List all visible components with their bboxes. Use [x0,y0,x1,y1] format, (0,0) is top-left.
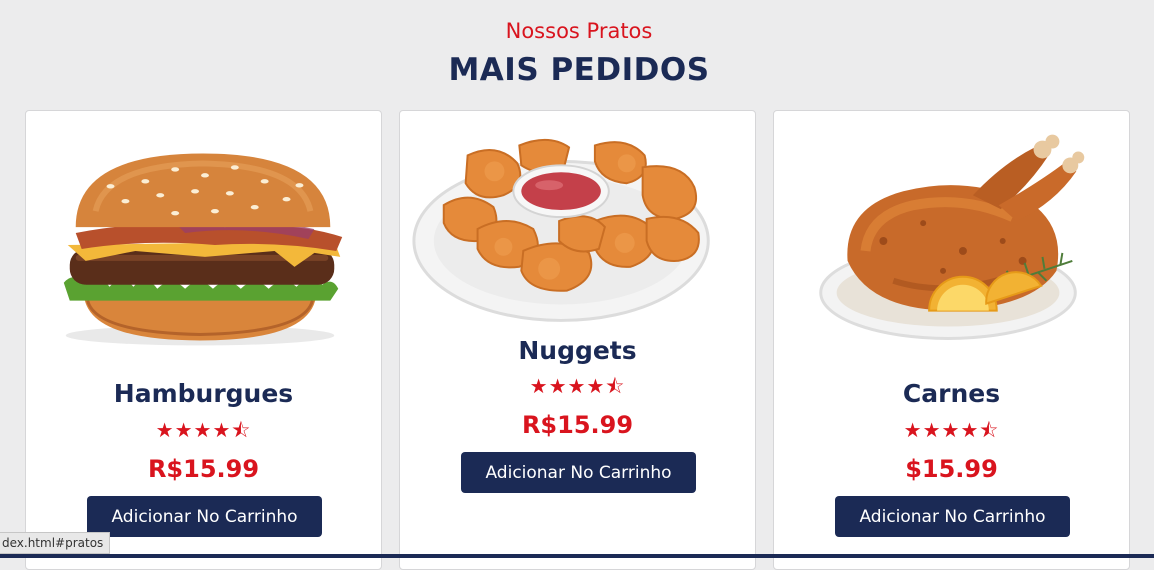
dish-card: Carnes ★★★★⯪ $15.99 Adicionar No Carrinh… [773,110,1130,570]
add-to-cart-button[interactable]: Adicionar No Carrinho [461,452,696,493]
star-full-icon: ★ [903,420,923,442]
dish-price: $15.99 [905,455,998,483]
star-half-icon: ⯪ [605,376,626,398]
star-full-icon: ★ [960,420,980,442]
star-full-icon: ★ [212,420,232,442]
star-full-icon: ★ [567,376,587,398]
star-half-icon: ⯪ [231,420,252,442]
star-full-icon: ★ [922,420,942,442]
footer-bar [0,554,1154,558]
add-to-cart-button[interactable]: Adicionar No Carrinho [835,496,1070,537]
dish-name: Hamburgues [113,379,294,408]
rating-stars: ★★★★⯪ [400,377,755,397]
section-subtitle: Nossos Pratos [505,19,653,43]
star-full-icon: ★ [174,420,194,442]
star-full-icon: ★ [548,376,568,398]
dish-card: Nuggets ★★★★⯪ R$15.99 Adicionar No Carri… [399,110,756,570]
section-title: MAIS PEDIDOS [448,52,710,88]
star-full-icon: ★ [586,376,606,398]
dish-card: Hamburgues ★★★★⯪ R$15.99 Adicionar No Ca… [25,110,382,570]
star-half-icon: ⯪ [979,420,1000,442]
rating-stars: ★★★★⯪ [26,421,381,441]
star-full-icon: ★ [941,420,961,442]
dish-name: Carnes [902,379,1001,408]
page-scrollbar[interactable] [1146,0,1154,558]
roast-chicken-image [819,134,1085,340]
star-full-icon: ★ [529,376,549,398]
hamburger-image [63,153,343,346]
star-full-icon: ★ [193,420,213,442]
dish-name: Nuggets [518,336,637,365]
status-bar-url: dex.html#pratos [0,532,111,554]
nuggets-image [412,138,710,322]
add-to-cart-button[interactable]: Adicionar No Carrinho [87,496,322,537]
rating-stars: ★★★★⯪ [774,421,1129,441]
star-full-icon: ★ [155,420,175,442]
dish-price: R$15.99 [147,455,260,483]
dish-price: R$15.99 [521,411,634,439]
